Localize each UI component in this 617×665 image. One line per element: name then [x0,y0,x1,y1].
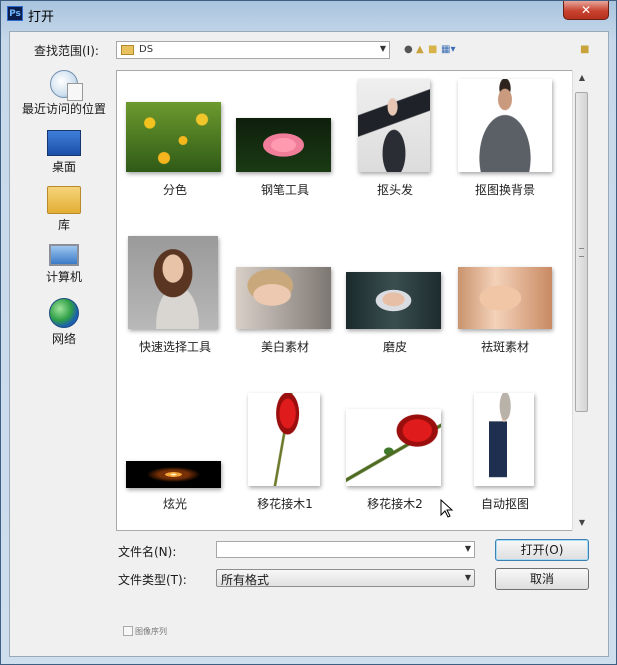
filetype-value: 所有格式 [221,573,270,587]
file-name: 抠头发 [376,183,413,197]
grip-icon [579,248,584,257]
place-label: 最近访问的位置 [21,102,106,116]
scroll-down-icon[interactable]: ▼ [573,515,591,531]
close-button[interactable]: ✕ [563,1,609,20]
file-thumbnail [346,409,441,486]
scroll-up-icon[interactable]: ▲ [573,70,591,86]
folder-icon [121,45,134,55]
new-folder-icon[interactable]: ■ [428,44,437,55]
filetype-dropdown[interactable]: 所有格式 ▼ [216,569,475,587]
file-item[interactable]: 美白素材 [230,228,340,378]
open-dialog: Ps 打开 ✕ 查找范围(I): DS ▼ ● ▲ ■ ▦▾ ■ 最近访问的位置… [0,0,617,665]
view-menu-icon[interactable]: ▦▾ [441,44,455,55]
file-item[interactable]: 炫光 [120,385,230,530]
photoshop-app-icon: Ps [7,6,23,21]
place-network[interactable]: 网络 [15,298,113,347]
lookin-value: DS [139,44,154,55]
lookin-label: 查找范围(I): [34,44,99,58]
file-thumbnail [236,267,331,329]
chevron-down-icon[interactable]: ▼ [465,544,471,553]
title-bar[interactable]: Ps 打开 ✕ [1,1,616,27]
file-thumbnail [458,79,552,172]
cancel-button[interactable]: 取消 [495,568,589,590]
file-name: 美白素材 [260,340,309,354]
filename-label: 文件名(N): [118,545,177,559]
file-thumbnail [248,393,320,486]
file-thumbnail [128,236,218,329]
file-list-view[interactable]: 分色 钢笔工具 抠头发 抠图换背景 快速选择工具 美白素材 磨皮 祛斑素材 炫光… [116,70,591,531]
file-item[interactable]: 分色 [120,71,230,221]
up-folder-icon[interactable]: ▲ [416,44,424,55]
place-computer[interactable]: 计算机 [15,244,113,285]
lookin-dropdown[interactable]: DS ▼ [116,41,390,59]
dialog-client-area: 查找范围(I): DS ▼ ● ▲ ■ ▦▾ ■ 最近访问的位置 桌面 库 计算… [9,31,609,657]
file-thumbnail [346,272,441,329]
place-label: 网络 [51,332,76,346]
file-thumbnail [358,79,430,172]
file-name: 移花接木1 [257,497,313,511]
place-label: 库 [57,218,70,232]
dialog-title: 打开 [28,10,55,25]
file-item[interactable]: 抠图换背景 [450,71,560,221]
image-sequence-checkbox[interactable] [123,626,133,636]
file-item[interactable]: 快速选择工具 [120,228,230,378]
file-name: 磨皮 [382,340,407,354]
file-thumbnail [474,393,534,486]
computer-icon [49,244,79,266]
desktop-icon [47,130,81,156]
place-desktop[interactable]: 桌面 [15,130,113,175]
filename-input[interactable]: ▼ [216,541,475,558]
network-icon [49,298,79,328]
chevron-down-icon: ▼ [379,44,386,53]
place-recent[interactable]: 最近访问的位置 [15,70,113,117]
file-name: 自动抠图 [480,497,529,511]
file-name: 分色 [162,183,187,197]
back-icon[interactable]: ● [404,44,413,55]
place-label: 桌面 [51,160,76,174]
recent-places-icon [50,70,83,101]
chevron-down-icon: ▼ [464,573,471,582]
file-thumbnail [126,102,221,172]
file-item[interactable]: 磨皮 [340,228,450,378]
vertical-scrollbar[interactable]: ▲ ▼ [572,70,591,531]
place-label: 计算机 [45,270,82,284]
file-name: 快速选择工具 [138,340,211,354]
file-item[interactable]: 钢笔工具 [230,71,340,221]
file-item[interactable]: 移花接木2 [340,385,450,530]
file-thumbnail [236,118,331,172]
file-item[interactable]: 移花接木1 [230,385,340,530]
file-item[interactable]: 自动抠图 [450,385,560,530]
file-name: 炫光 [162,497,187,511]
mouse-cursor-icon [440,499,454,518]
file-thumbnail [458,267,552,329]
image-sequence-label: 图像序列 [135,627,167,636]
places-bar: 最近访问的位置 桌面 库 计算机 网络 [15,62,113,606]
folder-toolbar-icon[interactable]: ■ [580,44,589,55]
file-thumbnail [126,461,221,488]
file-name: 祛斑素材 [480,340,529,354]
file-name: 移花接木2 [367,497,423,511]
file-name: 抠图换背景 [474,183,535,197]
filetype-label: 文件类型(T): [118,573,187,587]
library-icon [47,186,81,214]
place-library[interactable]: 库 [15,186,113,233]
scrollbar-thumb[interactable] [575,92,588,412]
file-name: 钢笔工具 [260,183,309,197]
open-button[interactable]: 打开(O) [495,539,589,561]
file-item[interactable]: 祛斑素材 [450,228,560,378]
file-item[interactable]: 抠头发 [340,71,450,221]
